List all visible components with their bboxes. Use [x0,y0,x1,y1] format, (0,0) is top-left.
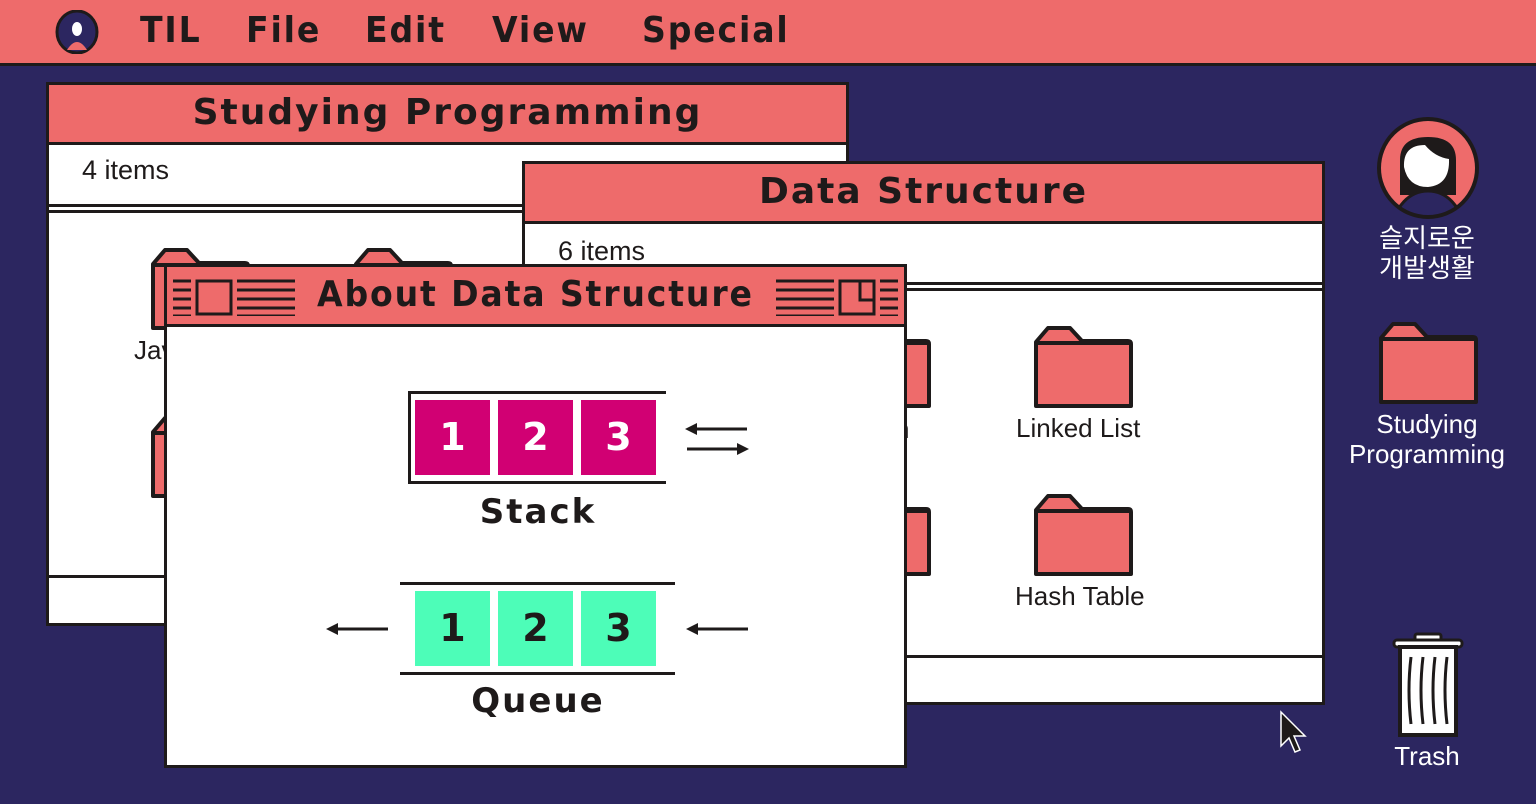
queue-top-line [400,582,675,585]
enqueue-arrow-icon [686,623,748,635]
trash-label[interactable]: Trash [1394,741,1460,771]
folder-icon-hash-table[interactable] [1033,494,1133,576]
trash-icon[interactable] [1391,632,1465,738]
stack-label: Stack [479,492,597,532]
profile-avatar-icon[interactable] [1375,115,1481,221]
dequeue-arrow-icon [326,623,388,635]
window-title[interactable]: Studying Programming [49,85,846,145]
item-count: 4 items [82,155,170,185]
queue-cell: 3 [581,591,656,666]
window-title[interactable]: Data Structure [525,164,1322,224]
queue-cell: 2 [498,591,573,666]
push-pop-arrows-icon [685,423,749,455]
close-box-icon[interactable] [171,278,297,316]
menu-special[interactable]: Special [642,10,790,51]
zoom-box-icon[interactable] [774,278,900,316]
window-title-text: About Data Structure [317,274,754,315]
folder-label-line: Studying [1376,409,1478,439]
folder-label-line: Programming [1348,439,1506,469]
menu-file[interactable]: File [246,10,321,51]
desktop-folder-label[interactable]: Studying Programming [1349,409,1505,469]
queue-bottom-line [400,672,675,675]
profile-label[interactable]: 슬지로운 개발생활 [1379,223,1475,283]
stack-cell: 1 [415,400,490,475]
queue-label: Queue [471,681,605,721]
window-title[interactable]: About Data Structure [167,267,904,327]
item-count: 6 items [558,236,646,266]
menu-bar: TIL File Edit View Special [0,0,1536,66]
window-about-data-structure[interactable]: About Data Structure 1 2 3 Stack 1 2 3 Q… [164,264,907,768]
menu-edit[interactable]: Edit [365,10,446,51]
user-avatar-icon[interactable] [55,10,99,54]
mouse-cursor-icon [1280,710,1307,753]
menu-view[interactable]: View [492,10,589,51]
folder-label-hash-table: Hash Table [1015,581,1145,611]
folder-label-linked-list: Linked List [1016,413,1141,443]
queue-cell: 1 [415,591,490,666]
stack-cell: 2 [498,400,573,475]
desktop-folder-icon[interactable] [1378,322,1478,404]
profile-label-line: 슬지로운 [1379,223,1475,253]
profile-label-line: 개발생활 [1379,253,1475,283]
menu-til[interactable]: TIL [140,10,202,51]
stack-cell: 3 [581,400,656,475]
folder-icon-linked-list[interactable] [1033,326,1133,408]
